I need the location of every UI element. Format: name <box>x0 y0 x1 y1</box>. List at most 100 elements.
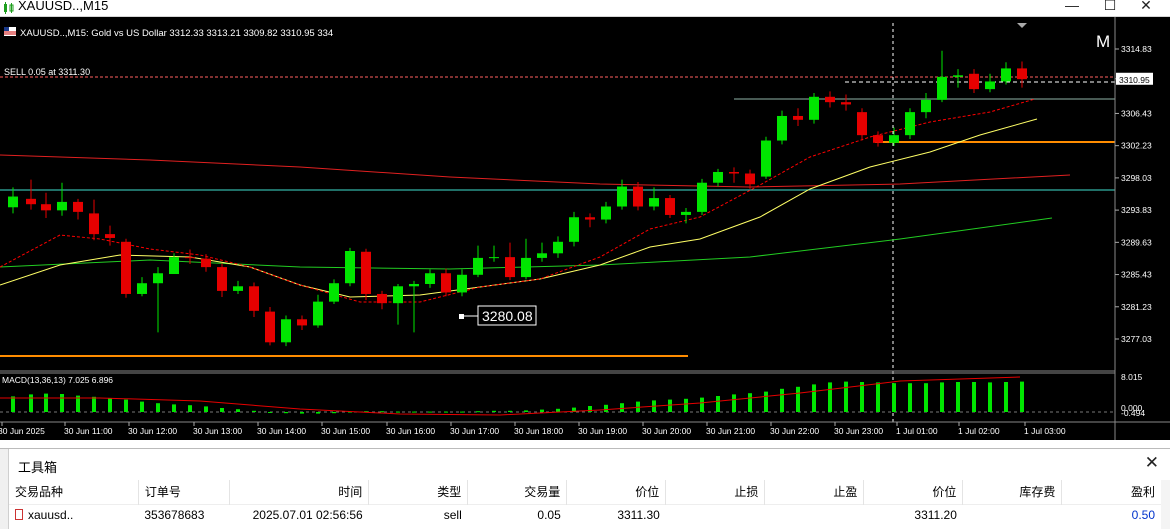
col-stoploss[interactable]: 止损 <box>665 480 766 504</box>
price-tick-label: 3281.23 <box>1121 302 1152 312</box>
bull-candle <box>649 198 659 207</box>
col-profit[interactable]: 盈利 <box>1062 480 1161 504</box>
col-time[interactable]: 时间 <box>229 480 370 504</box>
price-chart[interactable]: XAUUSD..,M15: Gold vs US Dollar 3312.33 … <box>0 17 1170 440</box>
macd-bar <box>588 406 592 412</box>
bull-candle <box>137 283 147 294</box>
bear-candle <box>89 213 99 235</box>
time-tick-label: 30 Jun 19:00 <box>578 426 627 436</box>
macd-bar <box>172 404 176 412</box>
bull-candle <box>713 171 723 183</box>
time-tick-label: 30 Jun 20:00 <box>642 426 691 436</box>
maximize-button[interactable]: ☐ <box>1097 0 1123 17</box>
bull-candle <box>1001 68 1011 82</box>
macd-bar <box>540 409 544 412</box>
col-takeprofit[interactable]: 止盈 <box>764 480 865 504</box>
bull-candle <box>345 251 355 284</box>
trade-sl <box>665 503 765 525</box>
macd-bar <box>732 394 736 412</box>
bear-candle <box>857 112 867 136</box>
macd-bar <box>140 401 144 412</box>
macd-bar <box>924 383 928 412</box>
minimize-button[interactable]: — <box>1059 0 1085 17</box>
time-tick-label: 30 Jun 13:00 <box>193 426 242 436</box>
chart-canvas[interactable]: XAUUSD..,M15: Gold vs US Dollar 3312.33 … <box>0 17 1170 440</box>
macd-bar <box>748 393 752 412</box>
bull-candle <box>809 96 819 120</box>
toolbox-scrollbar[interactable] <box>1161 480 1170 529</box>
macd-label: MACD(13,36,13) 7.025 6.896 <box>2 375 113 385</box>
ma-slow-line <box>0 154 1071 188</box>
col-current-price[interactable]: 价位 <box>863 480 964 504</box>
trade-row[interactable]: xauusd.. 353678683 2025.07.01 02:56:56 s… <box>9 503 1161 525</box>
macd-bar <box>204 406 208 412</box>
macd-bar <box>988 382 992 412</box>
bull-candle <box>473 257 483 275</box>
col-symbol[interactable]: 交易品种 <box>9 480 139 504</box>
window-title: XAUUSD..,M15 <box>18 0 109 13</box>
macd-bar <box>444 411 448 413</box>
close-button[interactable]: ✕ <box>1133 0 1159 17</box>
macd-bar <box>892 383 896 412</box>
macd-bar <box>812 384 816 412</box>
time-tick-label: 30 Jun 18:00 <box>514 426 563 436</box>
bear-candle <box>745 173 755 185</box>
price-tick-label: 3277.03 <box>1121 334 1152 344</box>
bull-candle <box>985 81 995 90</box>
trade-symbol: xauusd.. <box>28 507 74 522</box>
bull-candle <box>393 286 403 304</box>
ma-mid-line <box>0 118 1038 298</box>
col-swap[interactable]: 库存费 <box>962 480 1063 504</box>
bear-candle <box>633 186 643 207</box>
price-tick-label: 3289.63 <box>1121 237 1152 247</box>
time-tick-label: 1 Jul 01:00 <box>896 426 938 436</box>
macd-bar <box>428 411 432 413</box>
time-tick-label: 30 Jun 16:00 <box>386 426 435 436</box>
toolbox-title: 工具箱 <box>18 460 58 475</box>
bull-candle <box>521 257 531 278</box>
macd-bar <box>476 411 480 413</box>
macd-bar <box>156 403 160 412</box>
bear-candle <box>121 241 131 294</box>
time-tick-label: 30 Jun 17:00 <box>450 426 499 436</box>
macd-bar <box>11 396 15 412</box>
macd-bar <box>780 388 784 412</box>
symbol-info-line: XAUUSD..,M15: Gold vs US Dollar 3312.33 … <box>20 28 333 39</box>
time-tick-label: 30 Jun 23:00 <box>834 426 883 436</box>
macd-bar <box>284 412 288 414</box>
trade-price: 3311.30 <box>566 503 666 525</box>
macd-bar <box>316 412 320 414</box>
macd-bar <box>796 386 800 412</box>
bull-candle <box>777 115 787 141</box>
bear-candle <box>185 257 195 259</box>
bear-candle <box>441 273 451 293</box>
bull-candle <box>553 241 563 254</box>
col-price[interactable]: 价位 <box>566 480 667 504</box>
bull-candle <box>8 196 18 208</box>
macd-bar <box>268 412 272 413</box>
price-tick-label: 3293.83 <box>1121 205 1152 215</box>
bear-candle <box>217 267 227 291</box>
macd-bar <box>1004 382 1008 412</box>
bear-candle <box>361 251 371 294</box>
bull-candle <box>153 273 163 284</box>
col-volume[interactable]: 交易量 <box>467 480 568 504</box>
macd-bar <box>188 405 192 412</box>
toolbox-close-button[interactable]: ✕ <box>1145 453 1159 473</box>
bull-candle <box>425 273 435 284</box>
trade-tp <box>764 503 864 525</box>
trade-table: 交易品种 订单号 时间 类型 交易量 价位 止损 止盈 价位 库存费 盈利 xa… <box>9 480 1161 525</box>
price-tick-label: 3302.23 <box>1121 141 1152 151</box>
macd-bar <box>332 412 336 414</box>
macd-bar <box>1020 381 1024 412</box>
bear-candle <box>841 102 851 105</box>
col-order[interactable]: 订单号 <box>138 480 230 504</box>
macd-bar <box>700 397 704 412</box>
bear-candle <box>41 204 51 211</box>
bull-candle <box>617 186 627 207</box>
macd-bar <box>460 411 464 413</box>
macd-tick-label: -0.494 <box>1121 408 1145 418</box>
bear-candle <box>505 257 515 278</box>
macd-bar <box>844 381 848 412</box>
col-type[interactable]: 类型 <box>368 480 469 504</box>
